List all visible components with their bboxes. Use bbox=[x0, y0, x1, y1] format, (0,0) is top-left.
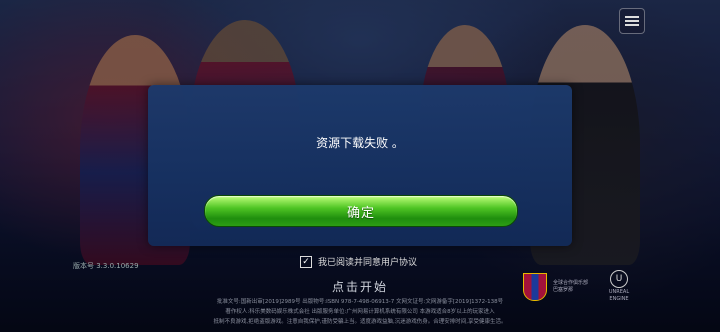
confirm-button-label: 确定 bbox=[346, 205, 375, 221]
menu-icon bbox=[625, 16, 639, 18]
unreal-icon: U bbox=[610, 270, 628, 288]
agreement-row[interactable]: ✓ 我已阅读并同意用户协议 bbox=[300, 255, 417, 268]
partner-text: 全球合作俱乐部 巴塞罗那 bbox=[553, 279, 589, 293]
dialog-message: 资源下载失败 。 bbox=[316, 136, 404, 150]
checkmark-icon: ✓ bbox=[302, 256, 310, 267]
menu-button[interactable] bbox=[619, 8, 645, 34]
confirm-button[interactable]: 确定 bbox=[204, 195, 518, 227]
unreal-engine-logo: U UNREAL ENGINE bbox=[599, 270, 639, 303]
version-label: 版本号 3.3.0.10629 bbox=[73, 262, 139, 270]
legal-text: 批准文号:国新出审[2019]2989号 出版物号:ISBN 978-7-498… bbox=[150, 297, 570, 327]
fcb-crest-icon bbox=[523, 272, 547, 301]
agreement-checkbox[interactable]: ✓ bbox=[300, 255, 312, 268]
agreement-label[interactable]: 我已阅读并同意用户协议 bbox=[318, 255, 417, 268]
menu-icon-bar bbox=[625, 24, 639, 26]
unreal-text: UNREAL ENGINE bbox=[608, 289, 630, 302]
legal-line: 批准文号:国新出审[2019]2989号 出版物号:ISBN 978-7-498… bbox=[216, 299, 504, 305]
legal-line: 著作权人:科乐美数码娱乐株式会社 出版服务单位:广州网易计算机系统有限公司 本游… bbox=[225, 309, 495, 315]
error-dialog: 资源下载失败 。 确定 bbox=[148, 85, 572, 246]
legal-line: 抵制不良游戏,拒绝盗版游戏。注意自我保护,谨防受骗上当。适度游戏益脑,沉迷游戏伤… bbox=[213, 319, 507, 325]
partner-logos: 全球合作俱乐部 巴塞罗那 U UNREAL ENGINE bbox=[523, 270, 639, 303]
menu-icon-bar bbox=[625, 20, 639, 22]
